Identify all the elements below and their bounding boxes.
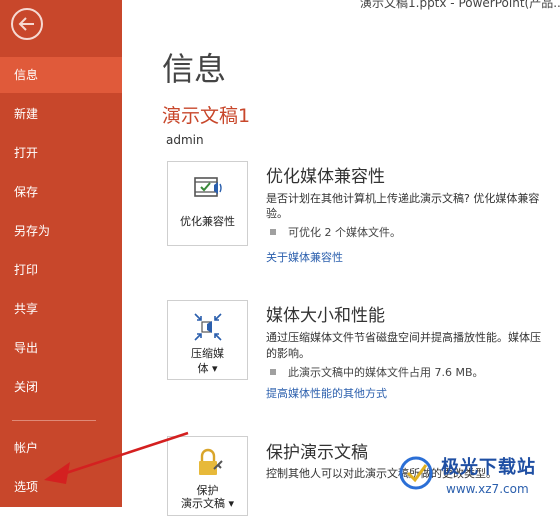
watermark-url: www.xz7.com	[446, 482, 529, 496]
watermark-text: 极光下载站	[441, 457, 536, 478]
annotation-arrow	[44, 431, 189, 484]
watermark-logo-icon	[399, 456, 433, 490]
